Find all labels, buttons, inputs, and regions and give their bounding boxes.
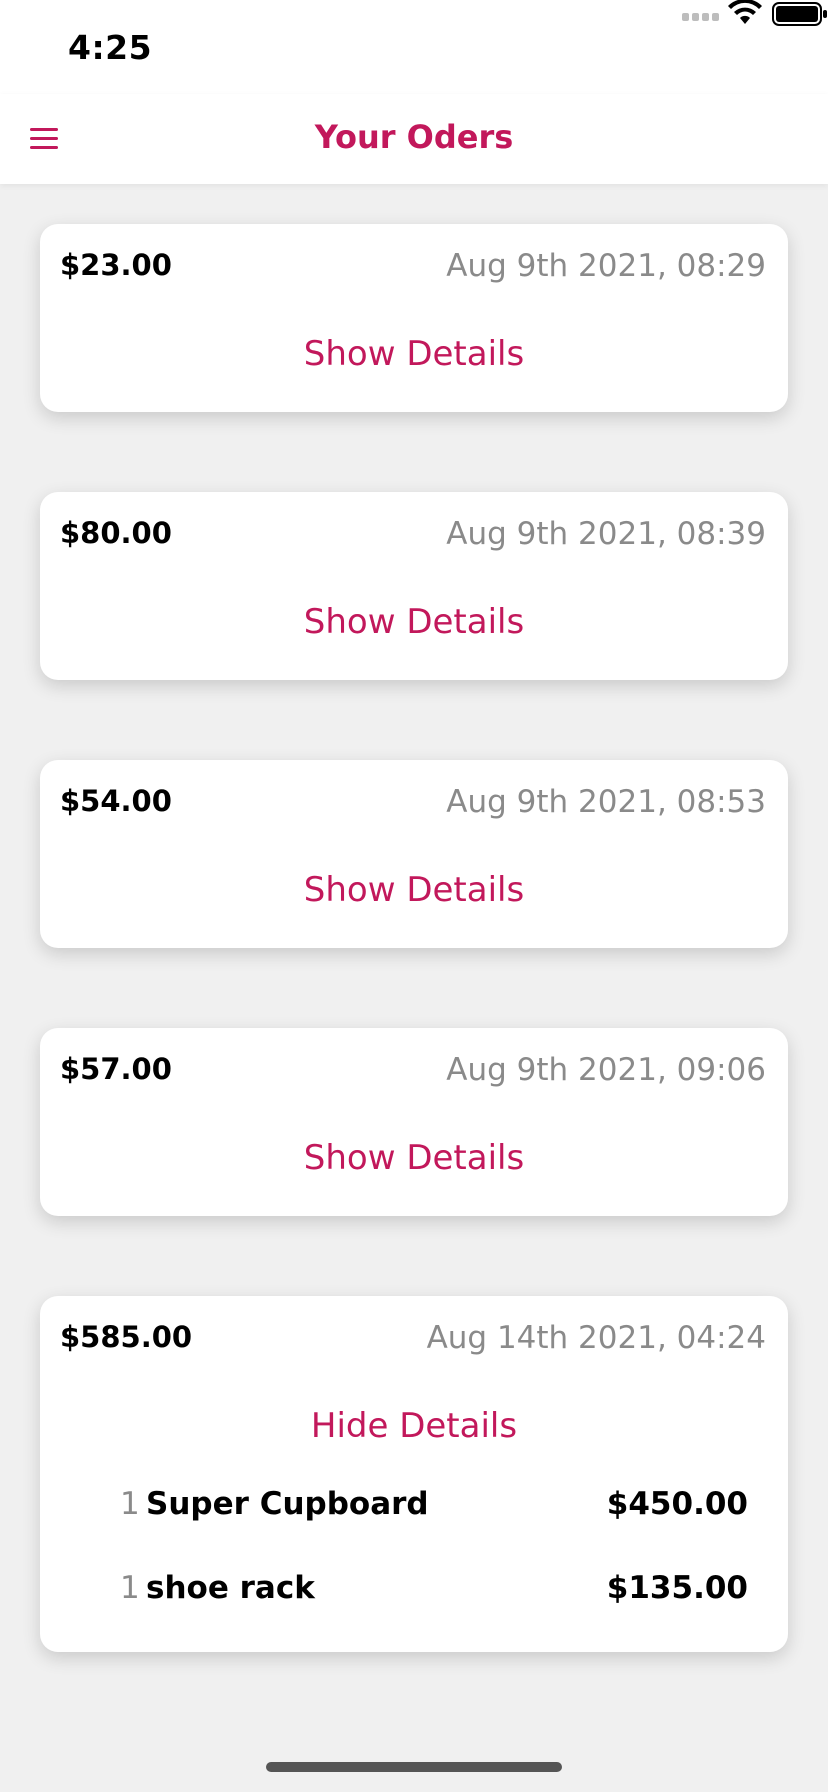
item-price: $450.00 [606, 1486, 748, 1522]
order-date: Aug 9th 2021, 08:29 [446, 248, 766, 284]
order-date: Aug 9th 2021, 09:06 [446, 1052, 766, 1088]
status-bar: 4:25 [0, 0, 828, 94]
status-time: 4:25 [68, 28, 153, 67]
item-quantity: 1 [120, 1570, 140, 1606]
order-item-row: 1 shoe rack $135.00 [120, 1570, 748, 1610]
orders-list: $23.00 Aug 9th 2021, 08:29 Show Details … [40, 224, 788, 1732]
page-title: Your Oders [314, 118, 514, 156]
item-price: $135.00 [606, 1570, 748, 1606]
order-date: Aug 14th 2021, 04:24 [426, 1320, 766, 1356]
order-card: $80.00 Aug 9th 2021, 08:39 Show Details [40, 492, 788, 680]
hide-details-button[interactable]: Hide Details [40, 1406, 788, 1446]
order-card: $57.00 Aug 9th 2021, 09:06 Show Details [40, 1028, 788, 1216]
order-card-expanded: $585.00 Aug 14th 2021, 04:24 Hide Detail… [40, 1296, 788, 1652]
show-details-button[interactable]: Show Details [40, 870, 788, 910]
order-total: $80.00 [60, 516, 172, 550]
order-total: $23.00 [60, 248, 172, 282]
order-total: $585.00 [60, 1320, 193, 1354]
item-name: shoe rack [146, 1570, 315, 1606]
show-details-button[interactable]: Show Details [40, 602, 788, 642]
order-total: $57.00 [60, 1052, 172, 1086]
battery-icon [772, 2, 827, 26]
order-card: $54.00 Aug 9th 2021, 08:53 Show Details [40, 760, 788, 948]
home-indicator[interactable] [266, 1762, 562, 1772]
show-details-button[interactable]: Show Details [40, 1138, 788, 1178]
order-date: Aug 9th 2021, 08:53 [446, 784, 766, 820]
item-name: Super Cupboard [146, 1486, 429, 1522]
order-total: $54.00 [60, 784, 172, 818]
app-header: Your Oders [0, 94, 828, 184]
order-date: Aug 9th 2021, 08:39 [446, 516, 766, 552]
order-card: $23.00 Aug 9th 2021, 08:29 Show Details [40, 224, 788, 412]
order-item-row: 1 Super Cupboard $450.00 [120, 1486, 748, 1526]
show-details-button[interactable]: Show Details [40, 334, 788, 374]
wifi-icon [728, 0, 762, 24]
item-quantity: 1 [120, 1486, 140, 1522]
signal-icon [682, 13, 719, 21]
